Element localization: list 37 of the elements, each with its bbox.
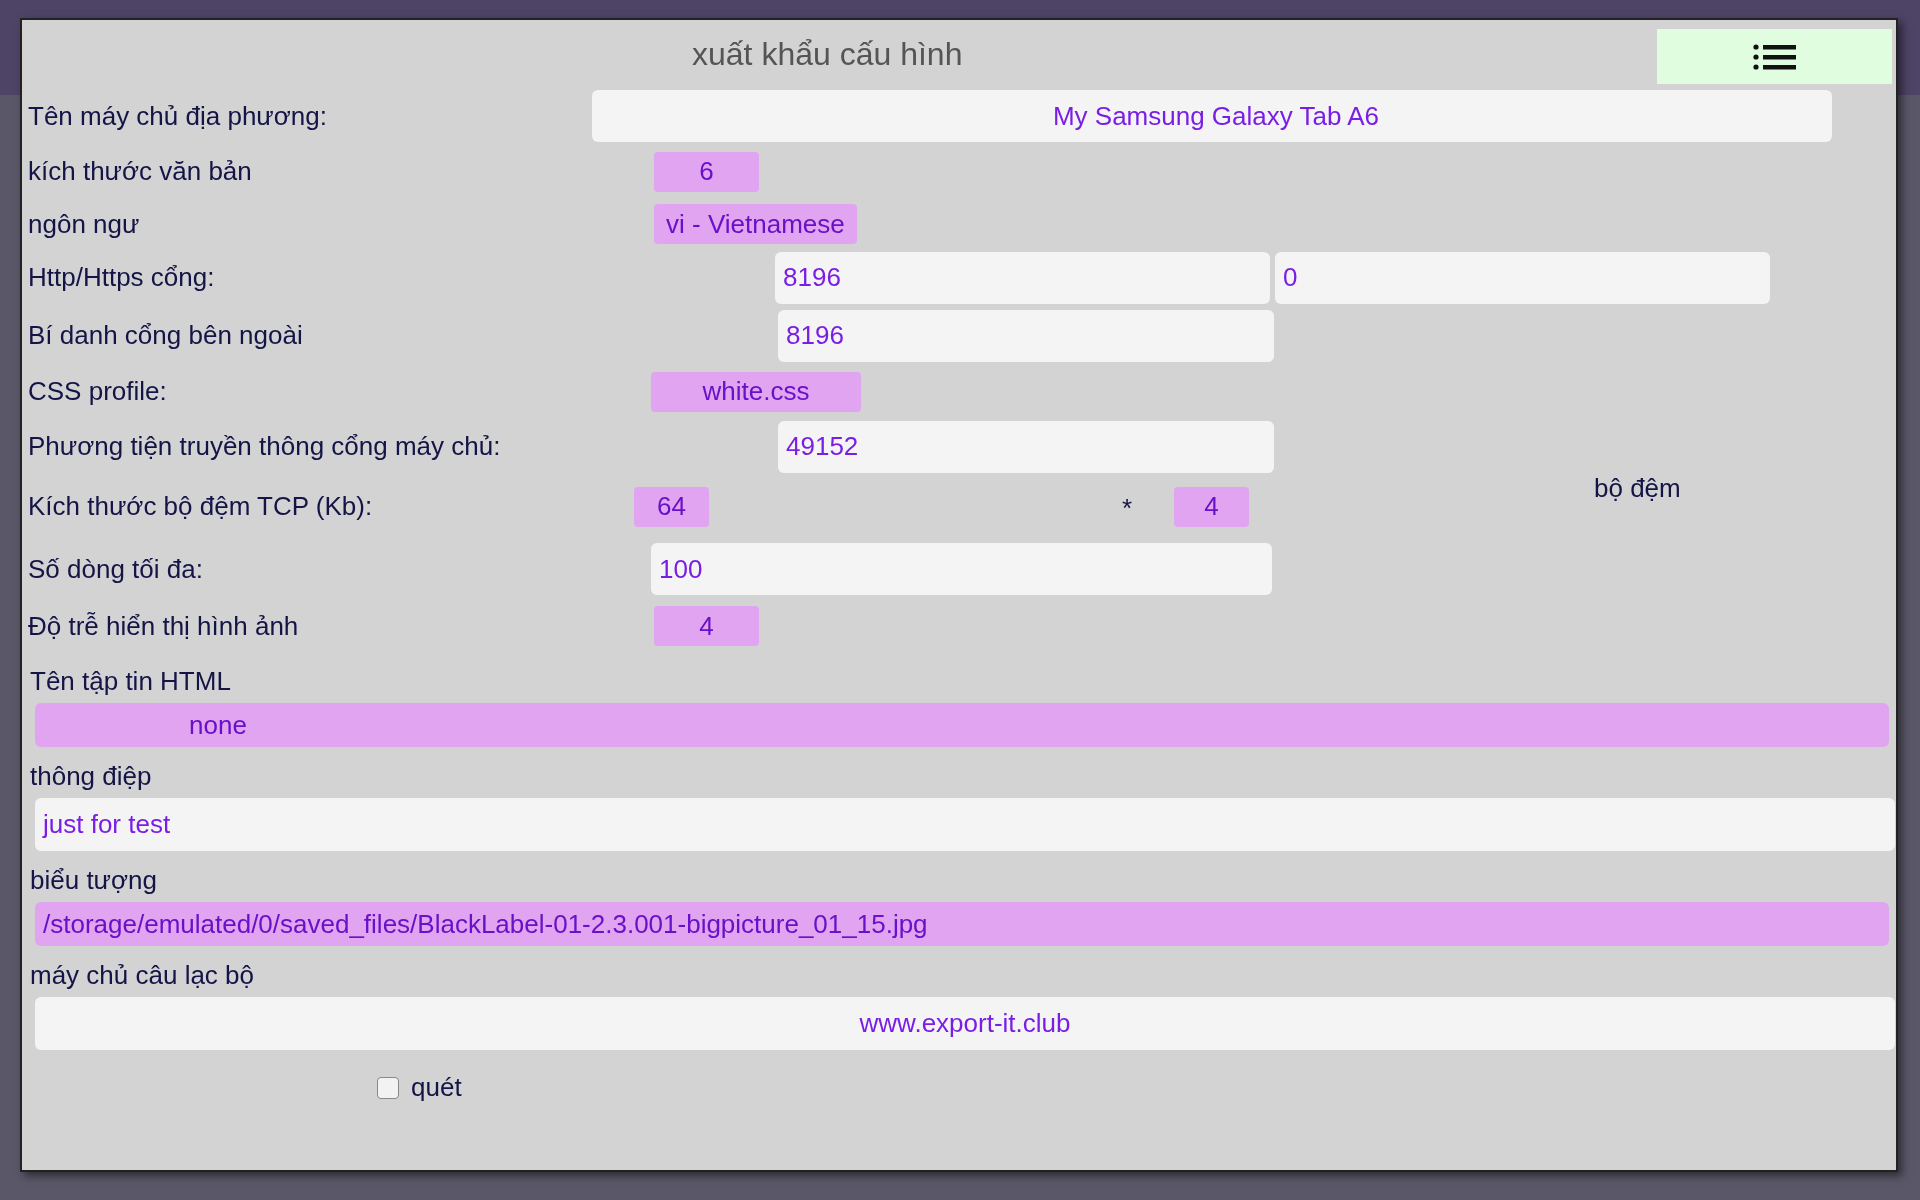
menu-button[interactable] bbox=[1657, 29, 1892, 84]
text-field[interactable]: 100 bbox=[651, 543, 1272, 595]
dropdown[interactable]: 4 bbox=[654, 606, 759, 646]
checkbox[interactable] bbox=[377, 1076, 399, 1099]
field-label: Tên tập tin HTML bbox=[30, 666, 232, 697]
field-label: thông điệp bbox=[30, 761, 153, 792]
field-label: biểu tượng bbox=[30, 865, 158, 896]
dropdown[interactable]: white.css bbox=[651, 371, 861, 412]
multiply-sign: * bbox=[1122, 493, 1133, 524]
menu-icon bbox=[1752, 43, 1797, 70]
field-label: ngôn ngư bbox=[28, 208, 140, 240]
dropdown[interactable]: 6 bbox=[654, 151, 759, 192]
dropdown[interactable]: none bbox=[35, 703, 1889, 747]
field-label: CSS profile: bbox=[28, 376, 167, 407]
field-label: Số dòng tối đa: bbox=[28, 553, 203, 585]
field-label: Tên máy chủ địa phương: bbox=[28, 100, 327, 132]
field-label: Bí danh cổng bên ngoài bbox=[28, 320, 303, 351]
checkbox-label: quét bbox=[411, 1072, 462, 1103]
field-label: Phương tiện truyền thông cổng máy chủ: bbox=[28, 431, 501, 462]
field-label: kích thước văn bản bbox=[28, 156, 252, 187]
field-label: Http/Https cổng: bbox=[28, 262, 215, 293]
field-label: Kích thước bộ đệm TCP (Kb): bbox=[28, 491, 373, 522]
dropdown[interactable]: 64 bbox=[634, 486, 709, 527]
dropdown[interactable]: 4 bbox=[1174, 486, 1249, 527]
text-field[interactable]: My Samsung Galaxy Tab A6 bbox=[592, 90, 1832, 142]
unit-label: bộ đệm bbox=[1594, 473, 1681, 504]
dialog-title: xuất khẩu cấu hình bbox=[692, 36, 963, 73]
text-field[interactable]: www.export-it.club bbox=[35, 997, 1895, 1050]
field-label: máy chủ câu lạc bộ bbox=[30, 960, 255, 991]
text-field[interactable]: just for test bbox=[35, 798, 1895, 851]
text-field[interactable]: 8196 bbox=[778, 309, 1274, 362]
dropdown[interactable]: /storage/emulated/0/saved_files/BlackLabel-01-2.3.001-bigpicture_01_15.jpg bbox=[35, 902, 1889, 946]
dropdown[interactable]: vi - Vietnamese bbox=[654, 204, 857, 244]
text-field[interactable]: 0 bbox=[1275, 251, 1770, 304]
text-field[interactable]: 8196 bbox=[775, 251, 1270, 304]
text-field[interactable]: 49152 bbox=[778, 420, 1274, 473]
field-label: Độ trễ hiển thị hình ảnh bbox=[28, 610, 299, 642]
